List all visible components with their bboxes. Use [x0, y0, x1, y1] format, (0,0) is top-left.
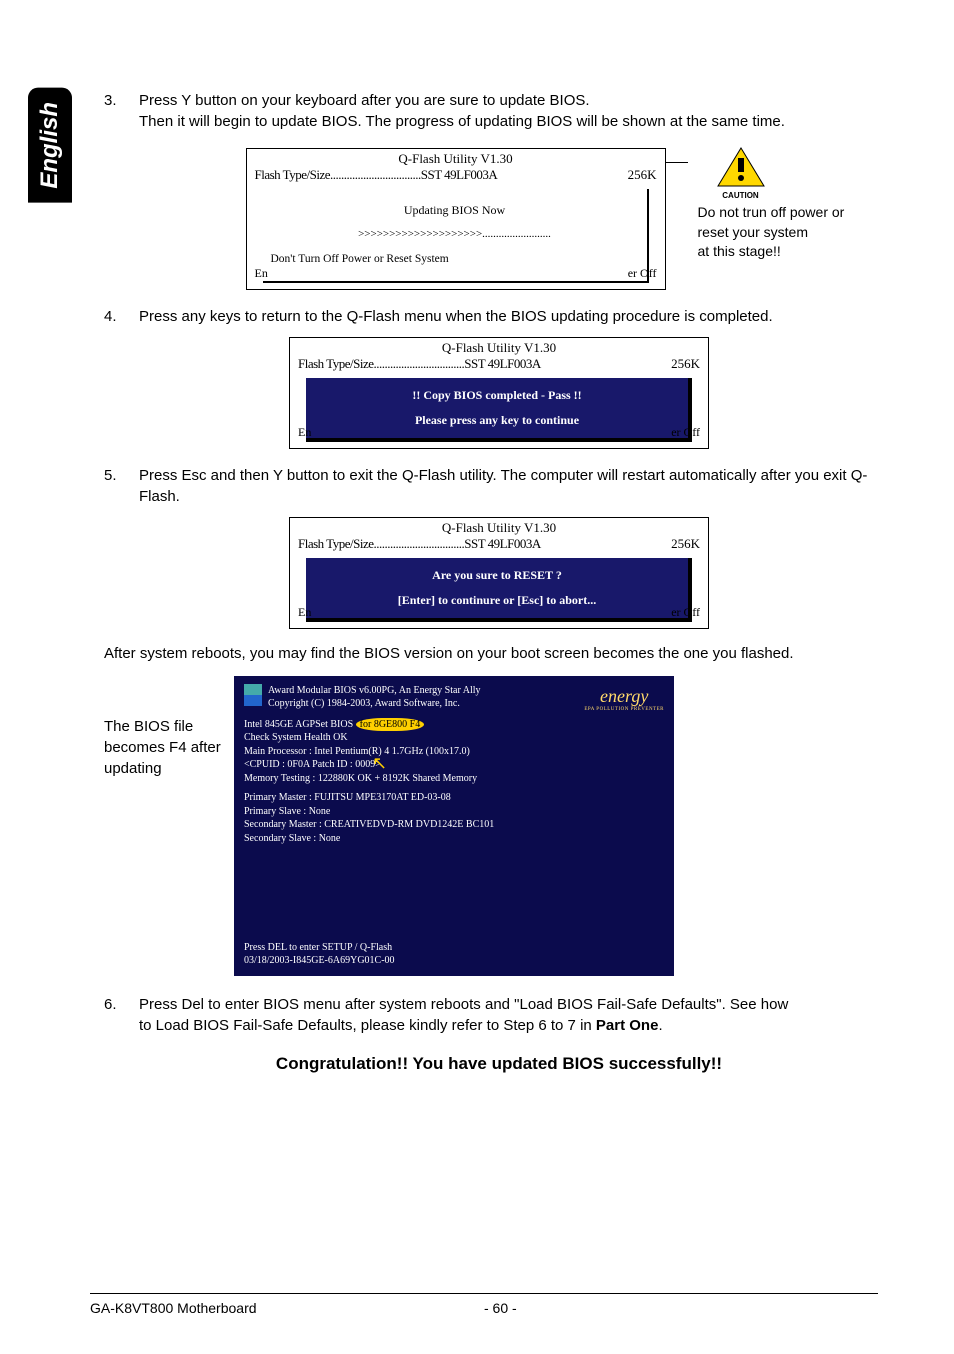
footer-page-number: - 60 - [484, 1300, 878, 1316]
qflash-footer: En er Off [247, 264, 665, 285]
step-text: Press any keys to return to the Q-Flash … [139, 306, 894, 327]
language-tab: English [28, 88, 72, 203]
page-footer: GA-K8VT800 Motherboard - 60 - [90, 1300, 878, 1316]
qflash-type-row: Flash Type/Size.........................… [290, 536, 708, 554]
footer-left: GA-K8VT800 Motherboard [90, 1300, 484, 1316]
step-3: 3. Press Y button on your keyboard after… [104, 90, 894, 132]
qflash-type-row: Flash Type/Size.........................… [290, 356, 708, 374]
updating-msg: Updating BIOS Now [271, 199, 639, 222]
step-6: 6. Press Del to enter BIOS menu after sy… [104, 994, 894, 1036]
qflash-dialog-updating: Q-Flash Utility V1.30 Flash Type/Size...… [246, 148, 666, 290]
caution-callout: CAUTION Do not trun off power or reset y… [698, 146, 873, 262]
qflash-row-1: Q-Flash Utility V1.30 Flash Type/Size...… [104, 138, 894, 306]
flash-type: Flash Type/Size.........................… [255, 167, 498, 183]
boot-screen-label: The BIOS file becomes F4 after updating [104, 716, 234, 779]
step-text: Press Esc and then Y button to exit the … [139, 465, 894, 507]
boot-line: <CPUID : 0F0A Patch ID : 0009> [244, 758, 664, 772]
boot-line: Press DEL to enter SETUP / Q-Flash [244, 941, 395, 955]
qflash-footer: En er Off [290, 423, 708, 444]
step-text: Press Y button on your keyboard after yo… [139, 90, 894, 132]
flash-size: 256K [671, 536, 700, 552]
step-number: 4. [104, 306, 139, 327]
boot-line: Memory Testing : 122880K OK + 8192K Shar… [244, 772, 664, 786]
step-number: 5. [104, 465, 139, 507]
footer-left: En [298, 605, 311, 620]
boot-line: Main Processor : Intel Pentium(R) 4 1.7G… [244, 745, 664, 759]
boot-line: 03/18/2003-I845GE-6A69YG01C-00 [244, 954, 395, 968]
qflash-dialog-reset: Q-Flash Utility V1.30 Flash Type/Size...… [289, 517, 709, 629]
energy-text: energy [584, 686, 664, 707]
progress-bar: >>>>>>>>>>>>>>>>>>>>....................… [271, 224, 639, 245]
qflash-title: Q-Flash Utility V1.30 [290, 338, 708, 356]
award-logo-icon [244, 684, 262, 706]
footer-divider [90, 1293, 878, 1294]
flash-type: Flash Type/Size.........................… [298, 536, 541, 552]
boot-line: Intel 845GE AGPSet BIOS [244, 719, 356, 730]
reset-msg: Are you sure to RESET ? [314, 568, 680, 583]
boot-line: Award Modular BIOS v6.00PG, An Energy St… [268, 684, 481, 697]
boot-screen: Award Modular BIOS v6.00PG, An Energy St… [234, 676, 674, 976]
qflash-footer: En er Off [290, 603, 708, 624]
boot-line: Primary Slave : None [244, 805, 664, 819]
epa-text: EPA POLLUTION PREVENTER [584, 707, 664, 712]
footer-left: En [298, 425, 311, 440]
energy-star-icon: energy EPA POLLUTION PREVENTER [584, 686, 664, 712]
bios-version-highlight: for 8GE800 F4 [356, 718, 425, 732]
step-number: 6. [104, 994, 139, 1036]
step-5: 5. Press Esc and then Y button to exit t… [104, 465, 894, 507]
flash-size: 256K [671, 356, 700, 372]
step-text: Press Del to enter BIOS menu after syste… [139, 994, 894, 1036]
footer-right: er Off [671, 425, 700, 440]
flash-size: 256K [628, 167, 657, 183]
caution-line: at this stage!! [698, 242, 873, 262]
caution-line: Do not trun off power or [698, 203, 873, 223]
arrow-icon: ↖ [372, 751, 387, 775]
boot-screen-row: The BIOS file becomes F4 after updating … [104, 676, 894, 976]
step-line: Press Y button on your keyboard after yo… [139, 90, 894, 111]
step-number: 3. [104, 90, 139, 132]
qflash-type-row: Flash Type/Size.........................… [247, 167, 665, 185]
step-line: to Load BIOS Fail-Safe Defaults, please … [139, 1015, 894, 1036]
boot-line: Secondary Master : CREATIVEDVD-RM DVD124… [244, 818, 664, 832]
boot-bottom: Press DEL to enter SETUP / Q-Flash 03/18… [244, 941, 395, 968]
footer-left: En [255, 266, 268, 281]
boot-body: Intel 845GE AGPSet BIOS for 8GE800 F4 ↖ … [244, 718, 664, 846]
boot-line: Check System Health OK [244, 731, 664, 745]
footer-right: er Off [628, 266, 657, 281]
boot-line: Primary Master : FUJITSU MPE3170AT ED-03… [244, 791, 664, 805]
qflash-title: Q-Flash Utility V1.30 [290, 518, 708, 536]
step-line: Then it will begin to update BIOS. The p… [139, 111, 894, 132]
step-line: Press Del to enter BIOS menu after syste… [139, 994, 894, 1015]
boot-line: Copyright (C) 1984-2003, Award Software,… [268, 697, 481, 710]
flash-type: Flash Type/Size.........................… [298, 356, 541, 372]
page-content: 3. Press Y button on your keyboard after… [104, 90, 894, 1104]
caution-icon: CAUTION [716, 146, 873, 201]
qflash-title: Q-Flash Utility V1.30 [247, 149, 665, 167]
callout-line [666, 162, 688, 163]
caution-line: reset your system [698, 223, 873, 243]
caution-label: CAUTION [716, 190, 766, 201]
boot-line: Secondary Slave : None [244, 832, 664, 846]
complete-msg: !! Copy BIOS completed - Pass !! [314, 388, 680, 403]
congratulation-text: Congratulation!! You have updated BIOS s… [104, 1054, 894, 1074]
after-reboot-text: After system reboots, you may find the B… [104, 645, 894, 662]
qflash-dialog-complete: Q-Flash Utility V1.30 Flash Type/Size...… [289, 337, 709, 449]
footer-right: er Off [671, 605, 700, 620]
step-4: 4. Press any keys to return to the Q-Fla… [104, 306, 894, 327]
